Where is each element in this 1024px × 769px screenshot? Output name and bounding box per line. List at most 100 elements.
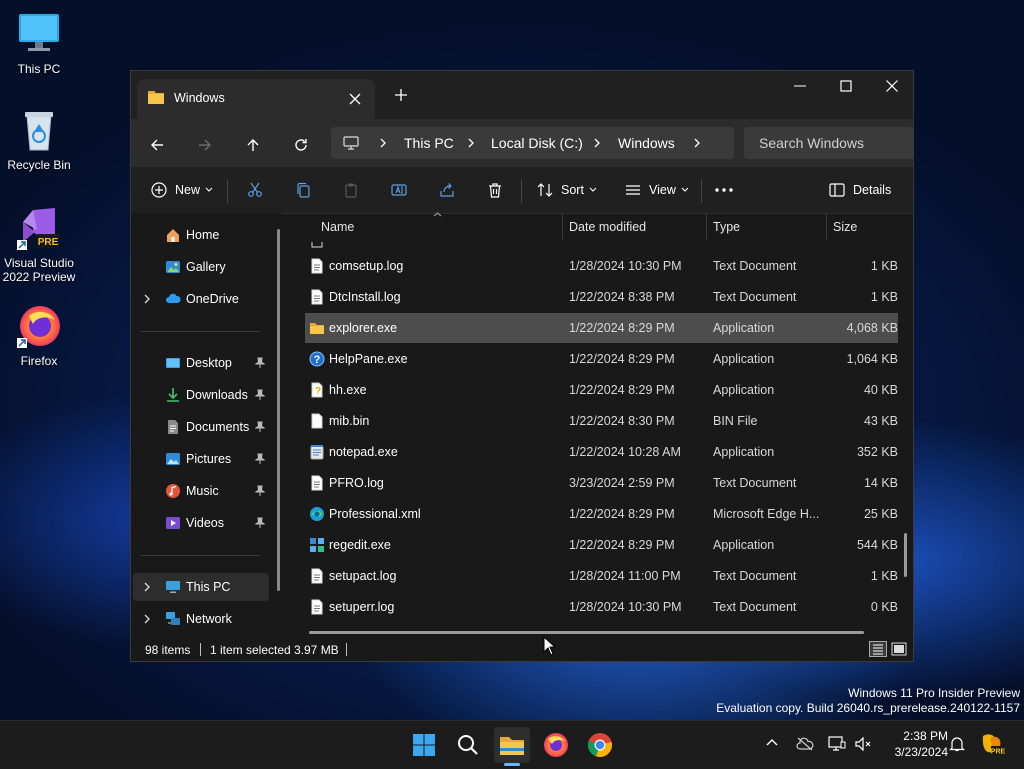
notification-bell-icon[interactable] [949, 736, 965, 752]
sidebar-item-network[interactable]: Network [133, 605, 269, 633]
table-row-selected[interactable]: explorer.exe 1/22/2024 8:29 PM Applicati… [305, 313, 898, 343]
chevron-right-icon[interactable] [143, 614, 151, 624]
table-row[interactable]: comsetup.log 1/28/2024 10:30 PM Text Doc… [305, 251, 898, 281]
chevron-right-icon[interactable] [693, 138, 701, 148]
help-doc-icon: ? [309, 382, 325, 398]
monitor-icon [165, 579, 181, 595]
breadcrumb-windows[interactable]: Windows [618, 135, 675, 151]
desktop-icon-firefox[interactable]: Firefox [0, 302, 78, 368]
search-placeholder: Search Windows [759, 135, 865, 151]
tab-close-icon[interactable] [343, 87, 367, 111]
divider [701, 179, 702, 203]
desktop-icon-this-pc[interactable]: This PC [0, 10, 78, 76]
divider [200, 643, 201, 656]
desktop-icon-recycle-bin[interactable]: Recycle Bin [0, 106, 78, 172]
file-name: regedit.exe [329, 538, 391, 552]
details-view-toggle[interactable] [869, 641, 887, 657]
minimize-button[interactable] [777, 71, 823, 101]
list-view-icon [625, 182, 641, 198]
copy-button[interactable] [295, 175, 311, 205]
table-row[interactable] [305, 242, 898, 248]
horizontal-scrollbar[interactable] [309, 631, 864, 634]
chevron-right-icon[interactable] [143, 294, 151, 304]
table-row[interactable]: regedit.exe 1/22/2024 8:29 PM Applicatio… [305, 530, 898, 560]
file-type: Microsoft Edge H... [713, 507, 820, 521]
rename-button[interactable] [391, 175, 407, 205]
file-size: 544 KB [856, 538, 898, 552]
chrome-taskbar-button[interactable] [582, 727, 618, 763]
close-window-button[interactable] [869, 71, 915, 101]
chevron-right-icon[interactable] [143, 582, 151, 592]
sidebar-item-this-pc[interactable]: This PC [133, 573, 269, 601]
copilot-preview-icon[interactable]: PRE [980, 732, 1006, 756]
chevron-right-icon[interactable] [379, 138, 387, 148]
column-divider[interactable] [562, 213, 563, 239]
search-taskbar-button[interactable] [450, 727, 486, 763]
back-button[interactable] [143, 131, 171, 159]
sidebar-item-videos[interactable]: Videos [133, 509, 269, 537]
firefox-taskbar-button[interactable] [538, 727, 574, 763]
display-network-icon[interactable] [828, 736, 846, 752]
sidebar-item-onedrive[interactable]: OneDrive [133, 285, 269, 313]
delete-button[interactable] [487, 175, 503, 205]
table-row[interactable]: notepad.exe 1/22/2024 10:28 AM Applicati… [305, 437, 898, 467]
table-row[interactable]: DtcInstall.log 1/22/2024 8:38 PM Text Do… [305, 282, 898, 312]
sort-button[interactable]: Sort [537, 175, 597, 205]
tab-windows[interactable]: Windows [137, 79, 375, 119]
sidebar-item-home[interactable]: Home [133, 221, 269, 249]
sidebar-item-desktop[interactable]: Desktop [133, 349, 269, 377]
file-name: DtcInstall.log [329, 290, 401, 304]
sidebar-item-documents[interactable]: Documents [133, 413, 269, 441]
file-icon [309, 413, 325, 429]
chevron-right-icon[interactable] [593, 138, 601, 148]
clock[interactable]: 2:38 PM 3/23/2024 [870, 729, 948, 759]
paste-button[interactable] [343, 175, 359, 205]
file-name: explorer.exe [329, 321, 398, 335]
nav-scrollbar[interactable] [277, 229, 280, 591]
folder-app-icon [309, 320, 325, 336]
search-input[interactable]: Search Windows [744, 127, 914, 159]
file-size: 1 KB [870, 290, 898, 304]
forward-button[interactable] [191, 131, 219, 159]
new-tab-button[interactable] [389, 83, 413, 107]
sidebar-item-pictures[interactable]: Pictures [133, 445, 269, 473]
file-explorer-taskbar-button[interactable] [494, 727, 530, 766]
table-row[interactable]: setuperr.log 1/28/2024 10:30 PM Text Doc… [305, 592, 898, 622]
table-row[interactable]: ? hh.exe 1/22/2024 8:29 PM Application 4… [305, 375, 898, 405]
share-button[interactable] [439, 175, 455, 205]
table-row[interactable]: PFRO.log 3/23/2024 2:59 PM Text Document… [305, 468, 898, 498]
scissors-icon [247, 182, 263, 198]
column-divider[interactable] [706, 213, 707, 239]
column-divider[interactable] [826, 213, 827, 239]
table-row[interactable]: ? HelpPane.exe 1/22/2024 8:29 PM Applica… [305, 344, 898, 374]
details-pane-button[interactable]: Details [829, 175, 891, 205]
chevron-up-icon[interactable] [766, 738, 778, 746]
start-button[interactable] [406, 727, 442, 763]
refresh-button[interactable] [287, 131, 315, 159]
sidebar-item-gallery[interactable]: Gallery [133, 253, 269, 281]
download-icon [165, 387, 181, 403]
onedrive-offline-icon[interactable] [796, 737, 814, 751]
tiles-view-toggle[interactable] [891, 641, 907, 657]
chevron-right-icon[interactable] [467, 138, 475, 148]
view-button[interactable]: View [625, 175, 689, 205]
sidebar-item-music[interactable]: Music [133, 477, 269, 505]
more-options-button[interactable] [715, 175, 733, 205]
pin-icon [255, 421, 265, 433]
divider [346, 643, 347, 656]
maximize-button[interactable] [823, 71, 869, 101]
desktop-icon-visual-studio[interactable]: PRE Visual Studio 2022 Preview [0, 204, 78, 284]
new-button[interactable]: New [151, 175, 213, 205]
divider [227, 179, 228, 203]
breadcrumb-local-disk[interactable]: Local Disk (C:) [491, 135, 583, 151]
file-size: 1,064 KB [846, 352, 898, 366]
vertical-scrollbar[interactable] [904, 533, 907, 577]
breadcrumb-this-pc[interactable]: This PC [404, 135, 454, 151]
breadcrumb[interactable]: This PC Local Disk (C:) Windows [331, 127, 734, 159]
table-row[interactable]: mib.bin 1/22/2024 8:30 PM BIN File 43 KB [305, 406, 898, 436]
up-button[interactable] [239, 131, 267, 159]
table-row[interactable]: setupact.log 1/28/2024 11:00 PM Text Doc… [305, 561, 898, 591]
sidebar-item-downloads[interactable]: Downloads [133, 381, 269, 409]
table-row[interactable]: Professional.xml 1/22/2024 8:29 PM Micro… [305, 499, 898, 529]
cut-button[interactable] [247, 175, 263, 205]
